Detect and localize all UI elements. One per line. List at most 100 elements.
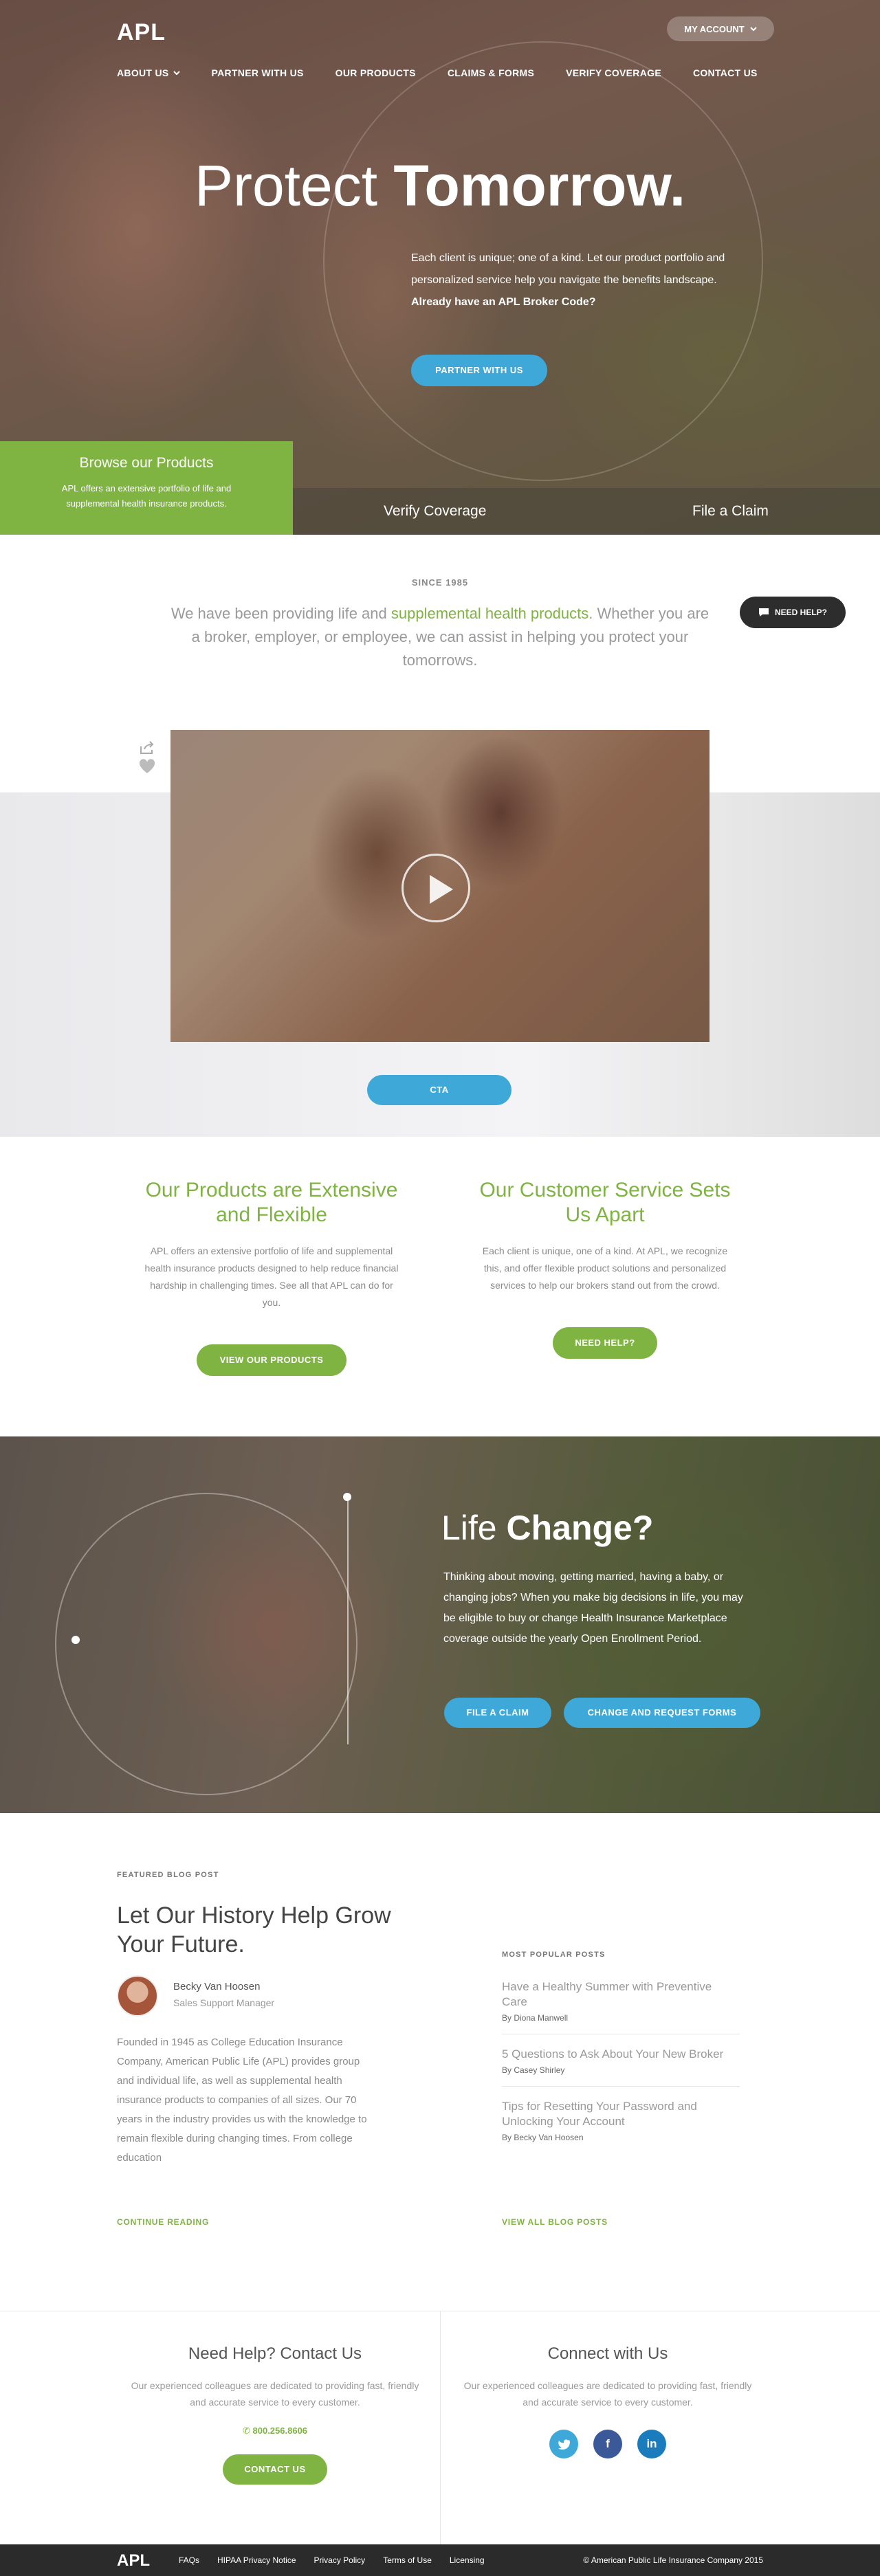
contact-divider: [440, 2311, 441, 2545]
hero-copy: Each client is unique; one of a kind. Le…: [411, 247, 734, 313]
feature-products: Our Products are Extensive and Flexible …: [141, 1178, 402, 1376]
need-help-label: NEED HELP?: [774, 608, 827, 617]
phone-number: 800.256.8606: [252, 2425, 308, 2436]
since-section: SINCE 1985 We have been providing life a…: [0, 535, 880, 741]
browse-products-copy: APL offers an extensive portfolio of lif…: [61, 483, 232, 509]
since-text-pre: We have been providing life and: [170, 605, 391, 622]
featured-blog-label: FEATURED BLOG POST: [117, 1871, 219, 1879]
footer-link-terms[interactable]: Terms of Use: [383, 2555, 432, 2565]
verify-coverage-link[interactable]: Verify Coverage: [384, 503, 486, 520]
since-text: We have been providing life and suppleme…: [165, 602, 715, 672]
author-name: Becky Van Hoosen: [173, 1981, 261, 1992]
footer-logo[interactable]: APL: [117, 2551, 150, 2571]
post-title[interactable]: Tips for Resetting Your Password and Unl…: [502, 2099, 740, 2129]
footer-link-faqs[interactable]: FAQs: [179, 2555, 199, 2565]
contact-help-copy: Our experienced colleagues are dedicated…: [131, 2380, 419, 2408]
footer: APL FAQs HIPAA Privacy Notice Privacy Po…: [0, 2544, 880, 2576]
chat-icon: [758, 608, 769, 617]
view-our-products-button[interactable]: VIEW OUR PRODUCTS: [197, 1344, 346, 1376]
connect-copy: Our experienced colleagues are dedicated…: [463, 2380, 752, 2408]
continue-reading-link[interactable]: CONTINUE READING: [117, 2217, 209, 2227]
browse-products-title: Browse our Products: [79, 455, 214, 471]
nav-label: ABOUT US: [117, 67, 169, 78]
connect-title: Connect with Us: [547, 2344, 668, 2363]
blog-section: FEATURED BLOG POST Let Our History Help …: [0, 1813, 880, 2311]
linkedin-icon[interactable]: in: [637, 2430, 666, 2458]
nav-about-us[interactable]: ABOUT US: [117, 67, 180, 78]
change-request-forms-button[interactable]: CHANGE AND REQUEST FORMS: [564, 1698, 760, 1728]
contact-section: Need Help? Contact Us Our experienced co…: [0, 2311, 880, 2545]
social-links: f in: [456, 2430, 759, 2458]
top-bar: APL MY ACCOUNT: [0, 0, 880, 55]
hero-title-bold: Tomorrow.: [393, 153, 686, 218]
nav-our-products[interactable]: OUR PRODUCTS: [336, 67, 416, 78]
need-help-floating-button[interactable]: NEED HELP?: [740, 597, 846, 628]
nav-contact-us[interactable]: CONTACT US: [693, 67, 758, 78]
phone-link[interactable]: ✆ 800.256.8606: [124, 2425, 426, 2436]
popular-posts: MOST POPULAR POSTS Have a Healthy Summer…: [502, 1951, 740, 2166]
life-change-copy: Thinking about moving, getting married, …: [443, 1571, 743, 1645]
popular-posts-label: MOST POPULAR POSTS: [502, 1951, 606, 1959]
feature-copy: Each client is unique, one of a kind. At…: [482, 1245, 728, 1291]
video-section: CTA: [0, 730, 880, 1137]
need-help-button[interactable]: NEED HELP?: [553, 1327, 657, 1359]
feature-title: Our Customer Service Sets Us Apart: [479, 1179, 731, 1226]
life-change-title: Life Change?: [441, 1508, 653, 1548]
features-section: Our Products are Extensive and Flexible …: [0, 1137, 880, 1436]
post-author: By Casey Shirley: [502, 2065, 565, 2075]
facebook-icon[interactable]: f: [593, 2430, 622, 2458]
hero-section: APL MY ACCOUNT ABOUT US PARTNER WITH US …: [0, 0, 880, 535]
nav-partner-with-us[interactable]: PARTNER WITH US: [212, 67, 304, 78]
hero-copy-text: Each client is unique; one of a kind. Le…: [411, 252, 725, 286]
feature-copy: APL offers an extensive portfolio of lif…: [144, 1245, 399, 1308]
life-title-bold: Change?: [506, 1509, 654, 1547]
file-a-claim-link[interactable]: File a Claim: [692, 503, 769, 520]
list-item[interactable]: Tips for Resetting Your Password and Unl…: [502, 2099, 740, 2153]
chevron-down-icon: [749, 24, 757, 34]
browse-products-panel[interactable]: Browse our Products APL offers an extens…: [0, 441, 293, 535]
twitter-icon[interactable]: [549, 2430, 578, 2458]
contact-help-title: Need Help? Contact Us: [188, 2344, 362, 2363]
nav-verify-coverage[interactable]: VERIFY COVERAGE: [566, 67, 661, 78]
list-item[interactable]: 5 Questions to Ask About Your New Broker…: [502, 2047, 740, 2087]
life-decorative-ring: [55, 1493, 358, 1795]
apl-logo[interactable]: APL: [117, 19, 166, 46]
contact-us-button[interactable]: CONTACT US: [223, 2454, 327, 2485]
contact-help-column: Need Help? Contact Us Our experienced co…: [124, 2344, 426, 2485]
footer-link-hipaa[interactable]: HIPAA Privacy Notice: [217, 2555, 296, 2565]
my-account-label: MY ACCOUNT: [684, 23, 745, 34]
share-icon[interactable]: [139, 741, 155, 755]
post-title[interactable]: Have a Healthy Summer with Preventive Ca…: [502, 1979, 740, 2010]
featured-blog-title[interactable]: Let Our History Help Grow Your Future.: [117, 1901, 406, 1959]
avatar: [117, 1975, 158, 2017]
supplemental-health-link[interactable]: supplemental health products: [391, 605, 588, 622]
post-title[interactable]: 5 Questions to Ask About Your New Broker: [502, 2047, 740, 2062]
life-decorative-dot: [72, 1636, 80, 1644]
author-role: Sales Support Manager: [173, 1997, 275, 2008]
life-decorative-dot: [343, 1493, 351, 1501]
video-player[interactable]: [170, 730, 710, 1042]
nav-claims-forms[interactable]: CLAIMS & FORMS: [448, 67, 534, 78]
life-change-section: Life Change? Thinking about moving, gett…: [0, 1436, 880, 1813]
phone-icon: ✆: [242, 2425, 250, 2436]
my-account-button[interactable]: MY ACCOUNT: [667, 16, 774, 41]
list-item[interactable]: Have a Healthy Summer with Preventive Ca…: [502, 1979, 740, 2034]
file-a-claim-button[interactable]: FILE A CLAIM: [444, 1698, 551, 1728]
hero-title-light: Protect: [194, 153, 394, 218]
footer-link-privacy[interactable]: Privacy Policy: [314, 2555, 366, 2565]
blog-excerpt: Founded in 1945 as College Education Ins…: [117, 2036, 367, 2164]
main-nav: ABOUT US PARTNER WITH US OUR PRODUCTS CL…: [117, 67, 758, 78]
partner-with-us-button[interactable]: PARTNER WITH US: [411, 355, 547, 386]
footer-links: FAQs HIPAA Privacy Notice Privacy Policy…: [179, 2555, 485, 2565]
post-author: By Becky Van Hoosen: [502, 2133, 584, 2142]
life-decorative-line: [347, 1497, 349, 1744]
cta-button[interactable]: CTA: [367, 1075, 512, 1105]
connect-column: Connect with Us Our experienced colleagu…: [456, 2344, 759, 2458]
broker-code-link[interactable]: Already have an APL Broker Code?: [411, 296, 596, 308]
copyright: © American Public Life Insurance Company…: [583, 2555, 763, 2565]
view-all-blog-posts-link[interactable]: VIEW ALL BLOG POSTS: [502, 2217, 608, 2227]
footer-link-licensing[interactable]: Licensing: [450, 2555, 485, 2565]
life-title-light: Life: [441, 1509, 507, 1547]
heart-icon[interactable]: [139, 759, 155, 774]
play-icon[interactable]: [402, 854, 470, 922]
